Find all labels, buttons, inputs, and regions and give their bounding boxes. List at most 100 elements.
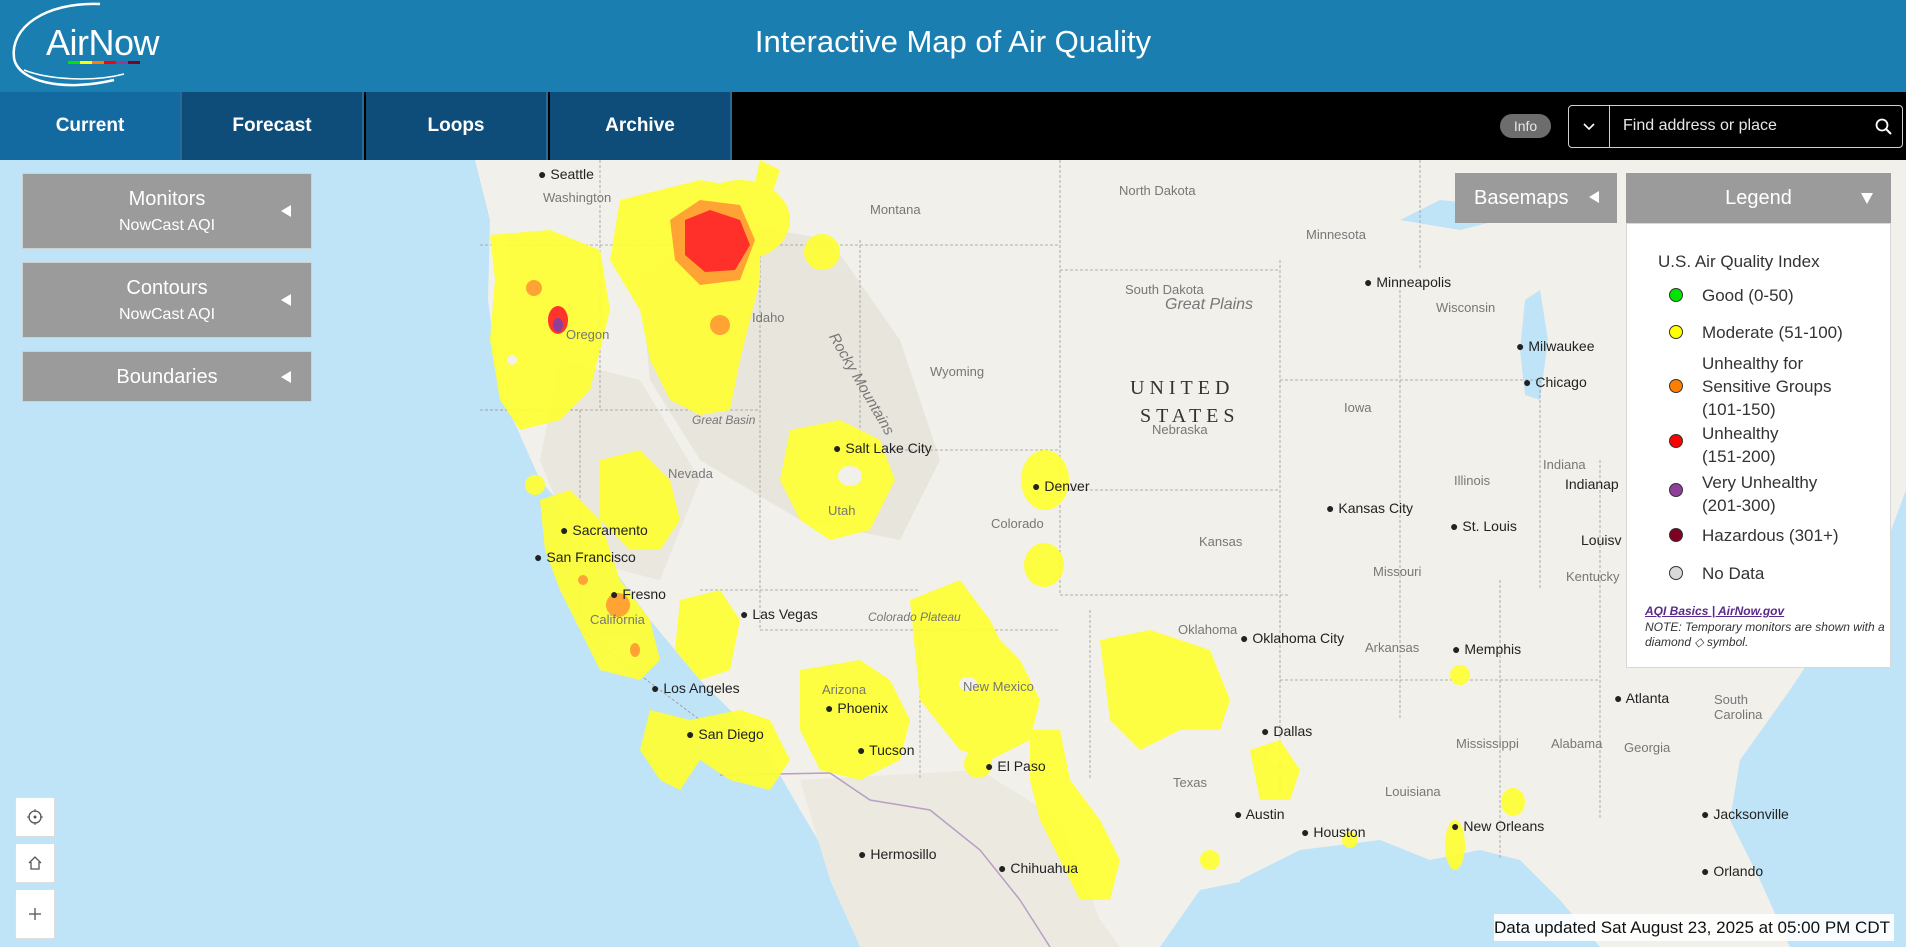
legend-note: NOTE: Temporary monitors are shown with … (1645, 620, 1885, 649)
city-label: Indianap (1565, 476, 1619, 492)
home-icon (28, 856, 42, 870)
state-label: Texas (1173, 775, 1207, 790)
aqi-basics-link[interactable]: AQI Basics | AirNow.gov (1645, 604, 1784, 618)
state-label: Wisconsin (1436, 300, 1496, 315)
legend-title: U.S. Air Quality Index (1658, 252, 1820, 271)
legend-item: Good (0-50) (1669, 284, 1862, 307)
state-label: Kansas (1199, 534, 1243, 549)
search-source-dropdown[interactable] (1569, 106, 1610, 147)
legend-item: No Data (1669, 562, 1862, 585)
crosshair-icon (27, 809, 43, 825)
region-label: Great Basin (692, 413, 756, 427)
boundaries-title: Boundaries (116, 366, 218, 388)
legend-item: Moderate (51-100) (1669, 321, 1862, 344)
country-label: UNITED (1130, 377, 1235, 399)
aqi-dot-icon (1669, 379, 1683, 393)
city-label: ● New Orleans (1451, 818, 1545, 834)
legend-label: Legend (1725, 186, 1792, 209)
state-label: Oregon (566, 327, 610, 342)
contours-panel-button[interactable]: Contours NowCast AQI (22, 262, 312, 338)
city-label: ● Milwaukee (1516, 338, 1595, 354)
city-label: ● Fresno (610, 586, 666, 602)
aqi-dot-icon (1669, 528, 1683, 542)
city-label: ● Jacksonville (1701, 806, 1789, 822)
collapse-arrow-icon (1861, 193, 1873, 204)
search-box (1568, 105, 1903, 148)
tab-archive[interactable]: Archive (550, 92, 732, 160)
city-label: ● Phoenix (825, 700, 888, 716)
city-label: ● El Paso (985, 758, 1046, 774)
monitors-subtitle: NowCast AQI (118, 217, 216, 234)
info-button[interactable]: Info (1500, 114, 1551, 138)
city-label: ● Austin (1234, 806, 1285, 822)
boundaries-panel-button[interactable]: Boundaries (22, 351, 312, 402)
city-label: ● Kansas City (1326, 500, 1414, 516)
state-label: Nebraska (1152, 422, 1208, 437)
state-label: Oklahoma (1178, 622, 1238, 637)
contours-subtitle: NowCast AQI (118, 306, 216, 323)
state-label: South Carolina (1714, 692, 1763, 722)
state-label: Missouri (1373, 564, 1422, 579)
legend-item: Hazardous (301+) (1669, 524, 1862, 547)
state-label: California (590, 612, 645, 627)
monitors-panel-button[interactable]: Monitors NowCast AQI (22, 173, 312, 249)
aqi-dot-icon (1669, 566, 1683, 580)
state-label: Georgia (1624, 740, 1671, 755)
tab-current[interactable]: Current (0, 92, 182, 160)
search-input[interactable] (1621, 116, 1865, 136)
expand-arrow-icon (281, 294, 291, 306)
tab-forecast[interactable]: Forecast (182, 92, 364, 160)
state-label: Washington (543, 190, 612, 205)
zoom-in-button[interactable] (15, 889, 55, 939)
city-label: Louisv (1581, 532, 1622, 548)
city-label: ● Las Vegas (740, 606, 818, 622)
locate-button[interactable] (15, 797, 55, 837)
city-label: ● Oklahoma City (1240, 630, 1345, 646)
city-label: ● St. Louis (1450, 518, 1517, 534)
city-label: ● Sacramento (560, 522, 648, 538)
expand-arrow-icon (281, 205, 291, 217)
aqi-dot-icon (1669, 325, 1683, 339)
chevron-down-icon (1583, 122, 1595, 130)
region-label: Great Plains (1165, 296, 1254, 313)
aqi-dot-icon (1669, 434, 1683, 448)
state-label: Iowa (1344, 400, 1372, 415)
city-label: ● Chihuahua (998, 860, 1079, 876)
city-label: ● Memphis (1452, 641, 1522, 657)
aqi-dot-icon (1669, 483, 1683, 497)
page-title: Interactive Map of Air Quality (754, 24, 1152, 59)
monitors-title: Monitors (128, 188, 206, 210)
city-label: ● Chicago (1523, 374, 1587, 390)
city-label: ● San Francisco (534, 549, 636, 565)
legend-panel: U.S. Air Quality Index Good (0-50) Moder… (1626, 223, 1891, 668)
search-icon[interactable] (1874, 117, 1894, 137)
state-label: Alabama (1551, 736, 1603, 751)
city-label: ● Orlando (1701, 863, 1764, 879)
state-label: Arizona (822, 682, 867, 697)
city-label: ● San Diego (686, 726, 764, 742)
city-label: ● Denver (1032, 478, 1090, 494)
basemaps-label: Basemaps (1474, 186, 1569, 209)
city-label: ● Minneapolis (1364, 274, 1452, 290)
city-label: ● Los Angeles (651, 680, 740, 696)
city-label: ● Seattle (538, 166, 594, 182)
state-label: Mississippi (1456, 736, 1519, 751)
legend-button[interactable]: Legend (1626, 173, 1891, 223)
state-label: Nevada (668, 466, 713, 481)
home-button[interactable] (15, 843, 55, 883)
basemaps-button[interactable]: Basemaps (1455, 173, 1617, 223)
state-label: Arkansas (1365, 640, 1420, 655)
contours-title: Contours (126, 277, 208, 299)
app-header: AirNow Interactive Map of Air Quality (0, 0, 1906, 92)
state-label: Illinois (1454, 473, 1491, 488)
expand-arrow-icon (1589, 191, 1599, 203)
data-updated-text: Data updated Sat August 23, 2025 at 05:0… (1494, 914, 1894, 941)
legend-item: Very Unhealthy (201-300) (1669, 471, 1822, 517)
state-label: New Mexico (963, 679, 1034, 694)
city-label: ● Houston (1301, 824, 1366, 840)
state-label: Indiana (1543, 457, 1586, 472)
tab-loops[interactable]: Loops (366, 92, 548, 160)
city-label: ● Salt Lake City (833, 440, 932, 456)
legend-item: Unhealthy for Sensitive Groups (101-150) (1669, 352, 1862, 421)
expand-arrow-icon (281, 370, 291, 383)
